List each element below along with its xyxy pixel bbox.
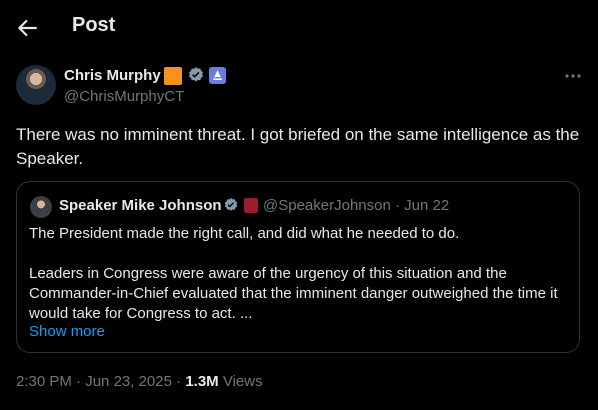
quoted-author-avatar[interactable] — [30, 196, 52, 218]
back-arrow-icon[interactable] — [14, 15, 40, 41]
verified-badge-icon[interactable] — [187, 66, 205, 84]
author-handle[interactable]: @ChrisMurphyCT — [64, 88, 184, 105]
quoted-paragraph-1: The President made the right call, and d… — [29, 225, 460, 242]
quoted-author-name[interactable]: Speaker Mike Johnson — [59, 197, 222, 214]
separator: · — [76, 373, 86, 390]
more-options-icon[interactable] — [562, 66, 584, 86]
quoted-paragraph-2: Leaders in Congress were aware of the ur… — [29, 265, 558, 322]
quoted-post[interactable]: Speaker Mike Johnson @SpeakerJohnson · J… — [16, 181, 580, 353]
post-date[interactable]: Jun 23, 2025 — [85, 373, 172, 390]
author-avatar[interactable] — [16, 65, 56, 105]
affiliate-badge-icon[interactable] — [209, 67, 226, 84]
quoted-verified-badge-icon — [224, 198, 238, 211]
post-time[interactable]: 2:30 PM — [16, 373, 72, 390]
post-meta: 2:30 PM · Jun 23, 2025 · 1.3M Views — [16, 373, 263, 390]
views-count[interactable]: 1.3M — [185, 373, 218, 390]
post-text: There was no imminent threat. I got brie… — [16, 125, 580, 168]
top-bar: Post — [0, 0, 598, 53]
quoted-handle-date[interactable]: @SpeakerJohnson · Jun 22 — [263, 197, 449, 214]
quoted-affiliate-badge-icon — [244, 198, 258, 213]
page-title: Post — [72, 14, 116, 36]
show-more-link[interactable]: Show more — [29, 323, 105, 340]
separator: · — [176, 373, 186, 390]
views-label: Views — [222, 373, 263, 390]
author-name[interactable]: Chris Murphy — [64, 67, 161, 84]
orange-square-emoji-icon — [164, 67, 182, 85]
quoted-text: The President made the right call, and d… — [29, 224, 569, 324]
